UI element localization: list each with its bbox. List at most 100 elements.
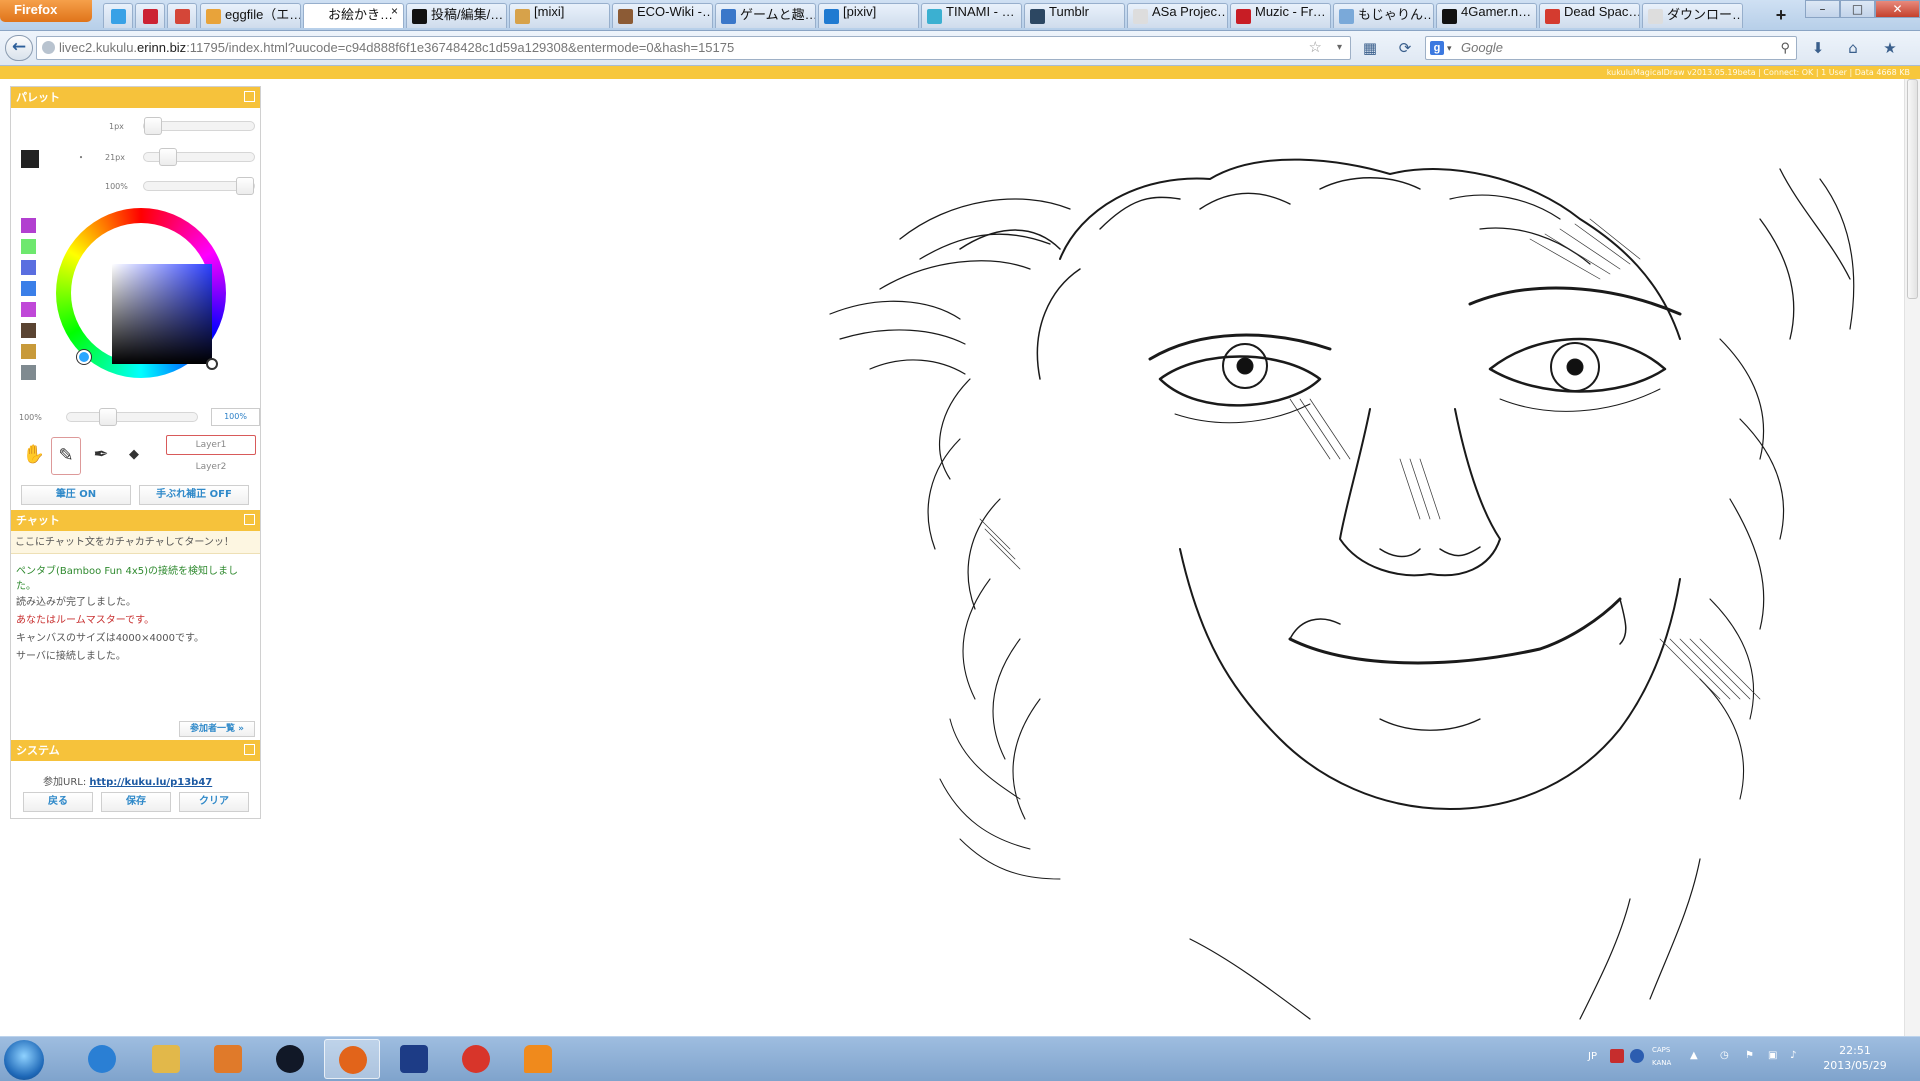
tab-close-icon[interactable]: × [391, 4, 398, 18]
drawing-canvas[interactable] [0, 79, 1904, 1036]
pinned-tab-gmail[interactable] [167, 3, 197, 28]
hand-tool[interactable]: ✋ [19, 437, 49, 475]
brush-opacity-slider[interactable] [143, 177, 255, 195]
site-identity-icon[interactable] [42, 41, 55, 54]
eraser-tool[interactable]: ◆ [119, 437, 149, 475]
taskbar-camera[interactable] [262, 1039, 318, 1079]
color-swatch[interactable] [21, 344, 36, 359]
download-icon[interactable]: ⬇ [1808, 38, 1828, 58]
layer-2[interactable]: Layer2 [166, 458, 256, 478]
volume-icon[interactable]: ♪ [1790, 1050, 1796, 1061]
save-button[interactable]: 保存 [101, 792, 171, 812]
color-swatch[interactable] [21, 281, 36, 296]
taskbar-firefox[interactable] [324, 1039, 380, 1079]
browser-tab[interactable]: Dead Spac… [1539, 3, 1640, 28]
bookmark-star-icon[interactable]: ☆ [1309, 37, 1322, 59]
ie-icon [88, 1045, 116, 1073]
brush-opacity-slider-knob[interactable] [236, 177, 254, 195]
browser-tab[interactable]: もじゃりん… [1333, 3, 1434, 28]
color-swatch[interactable] [21, 302, 36, 317]
browser-tab[interactable]: ダウンロー… [1642, 3, 1743, 28]
color-swatch[interactable] [21, 323, 36, 338]
pinned-tab-twitter[interactable] [103, 3, 133, 28]
stabilizer-toggle-button[interactable]: 手ぶれ補正 OFF [139, 485, 249, 505]
scrollbar-thumb[interactable] [1907, 79, 1918, 299]
pinned-tab-yahoo[interactable] [135, 3, 165, 28]
taskbar-clock[interactable]: 22:51 2013/05/29 [1820, 1043, 1890, 1073]
new-tab-button[interactable]: + [1770, 5, 1792, 27]
reload-icon[interactable]: ⟳ [1395, 38, 1415, 58]
taskbar-media-player[interactable] [200, 1039, 256, 1079]
browser-tab[interactable]: お絵かき… × [303, 3, 404, 28]
clear-button[interactable]: クリア [179, 792, 249, 812]
layer-opacity-value[interactable]: 100% [211, 408, 260, 426]
dropper-tool[interactable]: ✒ [86, 437, 116, 475]
brush-size-slider-knob[interactable] [144, 117, 162, 135]
addon-icon[interactable]: ▦ [1360, 38, 1380, 58]
brush-size-slider[interactable] [143, 117, 255, 135]
search-engine-dropdown-icon[interactable]: ▾ [1447, 37, 1452, 59]
ime-icon[interactable] [1610, 1049, 1624, 1063]
browser-tab[interactable]: TINAMI - … [921, 3, 1022, 28]
browser-tab[interactable]: 4Gamer.n… [1436, 3, 1537, 28]
taskbar-chrome[interactable] [448, 1039, 504, 1079]
flag-icon[interactable]: ⚑ [1745, 1050, 1754, 1061]
url-history-dropdown-icon[interactable]: ▾ [1337, 37, 1342, 59]
clock-icon[interactable]: ◷ [1720, 1050, 1729, 1061]
home-icon[interactable]: ⌂ [1843, 38, 1863, 58]
browser-tab[interactable]: ASa Projec… [1127, 3, 1228, 28]
search-input[interactable]: g ▾ Google ⚲ [1425, 36, 1797, 60]
browser-tab[interactable]: Tumblr [1024, 3, 1125, 28]
participants-list-button[interactable]: 参加者一覧 » [179, 721, 255, 737]
vertical-scrollbar[interactable] [1904, 79, 1920, 1036]
google-search-engine-icon[interactable]: g [1430, 41, 1444, 55]
browser-tab[interactable]: 投稿/編集/… [406, 3, 507, 28]
show-hidden-icons-icon[interactable]: ▲ [1690, 1050, 1698, 1061]
join-url-link[interactable]: http://kuku.lu/p13b47 [89, 777, 212, 788]
saturation-value-picker[interactable] [112, 264, 212, 364]
camera-icon [276, 1045, 304, 1073]
hue-marker[interactable] [77, 350, 91, 364]
bookmarks-menu-icon[interactable]: ★ [1880, 38, 1900, 58]
taskbar-app-s[interactable] [386, 1039, 442, 1079]
browser-tab[interactable]: [mixi] [509, 3, 610, 28]
saturation-value-marker[interactable] [206, 358, 218, 370]
input-language-indicator[interactable]: JP [1588, 1051, 1597, 1062]
color-wheel[interactable] [56, 208, 226, 378]
network-icon[interactable]: ▣ [1768, 1050, 1777, 1061]
firefox-menu-button[interactable]: Firefox [0, 0, 92, 22]
current-color-swatch[interactable] [21, 150, 39, 168]
close-window-button[interactable]: ✕ [1875, 0, 1920, 18]
back-button[interactable]: ← [5, 35, 33, 61]
start-button[interactable] [4, 1040, 44, 1080]
search-icon[interactable]: ⚲ [1780, 37, 1790, 59]
brush-size-2-slider[interactable] [143, 148, 255, 166]
pen-tool[interactable]: ✎ [51, 437, 81, 475]
browser-tab[interactable]: eggfile（エ… [200, 3, 301, 28]
color-swatch[interactable] [21, 365, 36, 380]
color-swatch[interactable] [21, 218, 36, 233]
layer-1[interactable]: Layer1 [166, 435, 256, 455]
browser-tab[interactable]: ゲームと趣… [715, 3, 816, 28]
chat-input[interactable]: ここにチャット文をカチャカチャしてターンッ！ [11, 531, 260, 554]
color-swatch[interactable] [21, 260, 36, 275]
color-swatch[interactable] [21, 239, 36, 254]
brush-size-2-slider-knob[interactable] [159, 148, 177, 166]
browser-tab[interactable]: [pixiv] [818, 3, 919, 28]
browser-tab[interactable]: Muzic - Fr… [1230, 3, 1331, 28]
chat-collapse-button[interactable] [244, 514, 255, 525]
pressure-toggle-button[interactable]: 筆圧 ON [21, 485, 131, 505]
layer-opacity-slider-knob[interactable] [99, 408, 117, 426]
taskbar-explorer[interactable] [138, 1039, 194, 1079]
taskbar-ie[interactable] [74, 1039, 130, 1079]
maximize-button[interactable]: □ [1840, 0, 1875, 18]
system-collapse-button[interactable] [244, 744, 255, 755]
layer-opacity-slider[interactable] [66, 408, 198, 426]
help-icon[interactable] [1630, 1049, 1644, 1063]
browser-tab[interactable]: ECO-Wiki -… [612, 3, 713, 28]
taskbar-vlc[interactable] [510, 1039, 566, 1079]
url-bar[interactable]: livec2.kukulu.erinn.biz:11795/index.html… [36, 36, 1351, 60]
back-action-button[interactable]: 戻る [23, 792, 93, 812]
palette-collapse-button[interactable] [244, 91, 255, 102]
minimize-button[interactable]: – [1805, 0, 1840, 18]
